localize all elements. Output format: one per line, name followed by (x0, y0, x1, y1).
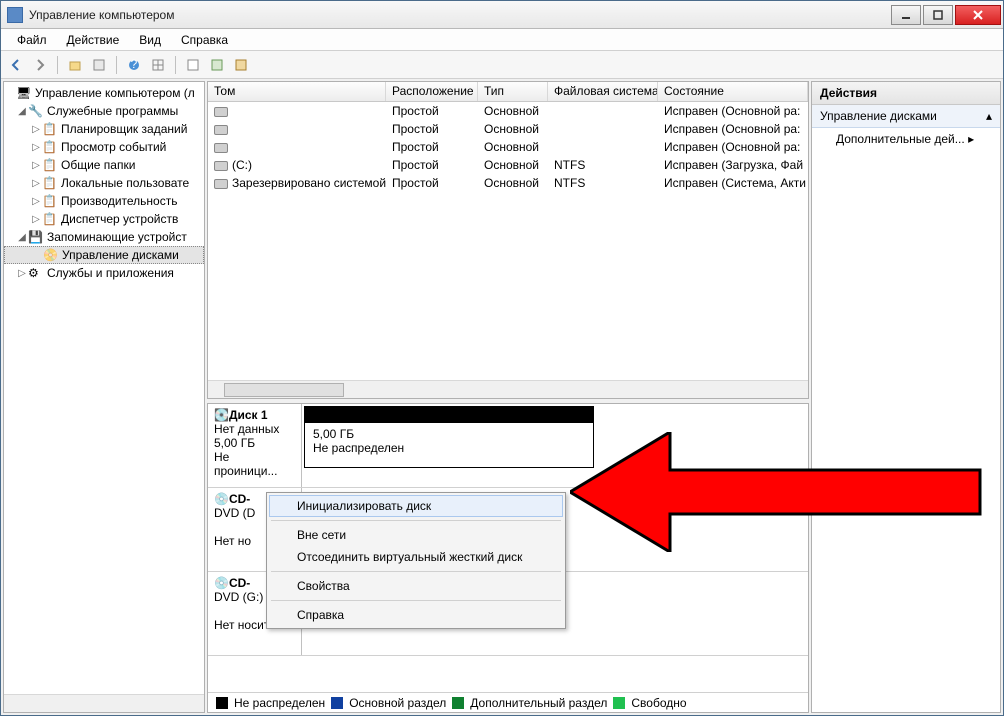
table-row[interactable]: ПростойОсновнойИсправен (Основной ра: (208, 102, 808, 120)
volume-state: Не распределен (313, 441, 585, 455)
context-menu: Инициализировать диск Вне сети Отсоедини… (266, 492, 566, 629)
table-row[interactable]: ПростойОсновнойИсправен (Основной ра: (208, 120, 808, 138)
toolbar: ? (1, 51, 1003, 79)
volume-icon (214, 179, 228, 189)
menubar: Файл Действие Вид Справка (1, 29, 1003, 51)
col-layout[interactable]: Расположение (386, 82, 478, 101)
collapse-icon[interactable]: ◢ (16, 232, 28, 243)
expand-icon[interactable]: ▷ (30, 124, 42, 135)
menu-file[interactable]: Файл (7, 31, 57, 49)
titlebar: Управление компьютером (1, 1, 1003, 29)
disk-nodata: Нет данных (214, 422, 295, 436)
volume-size: 5,00 ГБ (313, 427, 585, 441)
volume-header (305, 407, 593, 423)
collapse-icon[interactable]: ◢ (16, 106, 28, 117)
tree-item[interactable]: Общие папки (61, 158, 135, 172)
maximize-button[interactable] (923, 5, 953, 25)
cd-name: CD- (229, 576, 250, 590)
tree-item[interactable]: Производительность (61, 194, 177, 208)
cd-icon: 💿 (214, 576, 229, 590)
col-type[interactable]: Тип (478, 82, 548, 101)
menu-initialize-disk[interactable]: Инициализировать диск (269, 495, 563, 517)
menu-offline[interactable]: Вне сети (269, 524, 563, 546)
disk-name: Диск 1 (229, 408, 268, 422)
menu-view[interactable]: Вид (129, 31, 171, 49)
cd-icon: 💿 (214, 492, 229, 506)
tree-diskmgmt[interactable]: Управление дисками (62, 248, 179, 262)
table-row[interactable]: ПростойОсновнойИсправен (Основной ра: (208, 138, 808, 156)
collapse-icon[interactable]: ▴ (986, 109, 992, 123)
volume-icon (214, 143, 228, 153)
tool-icon-3[interactable] (232, 56, 250, 74)
legend-primary: Основной раздел (349, 696, 446, 710)
legend-ext: Дополнительный раздел (470, 696, 607, 710)
tree-root[interactable]: Управление компьютером (л (35, 86, 195, 100)
expand-icon[interactable]: ▷ (30, 160, 42, 171)
expand-icon[interactable]: ▷ (30, 214, 42, 225)
menu-properties[interactable]: Свойства (269, 575, 563, 597)
cd-name: CD- (229, 492, 250, 506)
disk-icon: 📀 (43, 248, 59, 262)
expand-icon[interactable]: ▷ (30, 142, 42, 153)
legend-unalloc: Не распределен (234, 696, 325, 710)
expand-icon[interactable]: ▷ (30, 178, 42, 189)
tool-icon-2[interactable] (208, 56, 226, 74)
tree-services[interactable]: Службы и приложения (47, 266, 174, 280)
tree-scrollbar[interactable] (4, 694, 204, 712)
menu-detach-vhd[interactable]: Отсоединить виртуальный жесткий диск (269, 546, 563, 568)
col-status[interactable]: Состояние (658, 82, 808, 101)
storage-icon: 💾 (28, 230, 44, 244)
disk-map[interactable]: 💽Диск 1 Нет данных 5,00 ГБ Не проиници..… (207, 403, 809, 713)
legend-free: Свободно (631, 696, 686, 710)
actions-header: Действия (812, 82, 1000, 105)
tool-icon-1[interactable] (184, 56, 202, 74)
computer-icon: 🖥 (16, 86, 32, 100)
menu-help[interactable]: Справка (269, 604, 563, 626)
tree-item[interactable]: Локальные пользовате (61, 176, 189, 190)
expand-icon[interactable]: ▷ (30, 196, 42, 207)
help-icon[interactable]: ? (125, 56, 143, 74)
window-title: Управление компьютером (29, 8, 891, 22)
tree-item[interactable]: Диспетчер устройств (61, 212, 178, 226)
table-row[interactable]: (C:)ПростойОсновнойNTFSИсправен (Загрузк… (208, 156, 808, 174)
table-row[interactable]: Зарезервировано системойПростойОсновнойN… (208, 174, 808, 192)
back-button[interactable] (7, 56, 25, 74)
up-icon[interactable] (66, 56, 84, 74)
disk-state: Не проиници... (214, 450, 295, 478)
tree-item[interactable]: Просмотр событий (61, 140, 166, 154)
disk-size: 5,00 ГБ (214, 436, 295, 450)
volume-grid[interactable]: Том Расположение Тип Файловая система Со… (207, 81, 809, 399)
grid-icon[interactable] (149, 56, 167, 74)
chevron-right-icon: ▸ (968, 132, 974, 146)
volume-icon (214, 161, 228, 171)
menu-action[interactable]: Действие (57, 31, 130, 49)
app-icon (7, 7, 23, 23)
volume-icon (214, 125, 228, 135)
actions-section[interactable]: Управление дисками▴ (812, 105, 1000, 128)
actions-more[interactable]: Дополнительные дей... ▸ (812, 128, 1000, 150)
actions-pane: Действия Управление дисками▴ Дополнитель… (811, 81, 1001, 713)
col-fs[interactable]: Файловая система (548, 82, 658, 101)
col-volume[interactable]: Том (208, 82, 386, 101)
tree-system[interactable]: Служебные программы (47, 104, 178, 118)
tree-item[interactable]: Планировщик заданий (61, 122, 187, 136)
forward-button[interactable] (31, 56, 49, 74)
properties-icon[interactable] (90, 56, 108, 74)
services-icon: ⚙ (28, 266, 44, 280)
tools-icon: 🔧 (28, 104, 44, 118)
legend: Не распределен Основной раздел Дополните… (208, 692, 808, 712)
volume-icon (214, 107, 228, 117)
expand-icon[interactable]: ▷ (16, 268, 28, 279)
menu-help[interactable]: Справка (171, 31, 238, 49)
grid-scrollbar[interactable] (208, 380, 808, 398)
disk-icon: 💽 (214, 408, 229, 422)
close-button[interactable] (955, 5, 1001, 25)
tree-storage[interactable]: Запоминающие устройст (47, 230, 187, 244)
svg-text:?: ? (131, 58, 138, 71)
nav-tree[interactable]: 🖥Управление компьютером (л ◢🔧Служебные п… (3, 81, 205, 713)
minimize-button[interactable] (891, 5, 921, 25)
